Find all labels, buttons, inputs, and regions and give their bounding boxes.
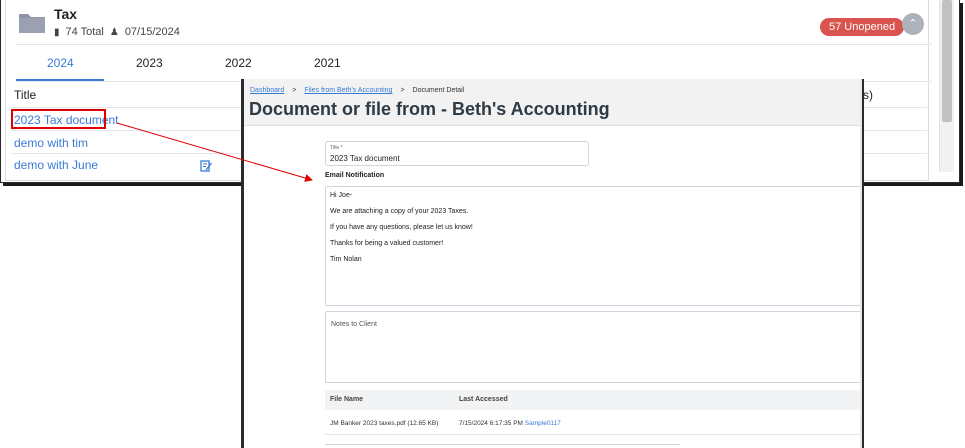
notes-placeholder: Notes to Client (331, 321, 377, 328)
scrollbar-thumb[interactable] (942, 0, 952, 122)
detail-scrollbar[interactable] (860, 79, 862, 448)
file-name-cell[interactable]: JM Banker 2023 taxes.pdf (12.65 KB) (330, 420, 438, 427)
email-line: Hi Joe- (330, 192, 353, 199)
breadcrumb: Dashboard > Files from Beth's Accounting… (250, 87, 464, 94)
document-detail-panel: Dashboard > Files from Beth's Accounting… (241, 79, 864, 448)
folder-icon (19, 14, 45, 33)
page-title: Document or file from - Beth's Accountin… (249, 99, 610, 119)
tab-2022[interactable]: 2022 (225, 56, 252, 70)
email-notification-heading: Email Notification (325, 172, 385, 179)
accessed-by-user[interactable]: Sample0117 (525, 420, 561, 427)
folder-meta: ▮ 74 Total ♟ 07/15/2024 (54, 26, 180, 38)
person-icon: ♟ (109, 26, 119, 38)
file-icon: ▮ (54, 26, 60, 38)
table-row[interactable]: JM Banker 2023 taxes.pdf (12.65 KB) 7/15… (325, 412, 861, 435)
folder-date: 07/15/2024 (124, 26, 180, 38)
signature-icon[interactable] (200, 160, 212, 172)
notes-to-client-textarea[interactable]: Notes to Client (325, 311, 861, 383)
breadcrumb-files[interactable]: Files from Beth's Accounting (304, 87, 392, 94)
tab-2021[interactable]: 2021 (314, 56, 341, 70)
tab-2023[interactable]: 2023 (136, 56, 163, 70)
breadcrumb-dashboard[interactable]: Dashboard (250, 87, 284, 94)
row-link-demo-with-june[interactable]: demo with June (14, 158, 98, 172)
email-line: We are attaching a copy of your 2023 Tax… (330, 208, 469, 215)
files-table-header: File Name Last Accessed (325, 390, 861, 410)
divider (325, 444, 680, 445)
column-header-title[interactable]: Title (14, 88, 36, 102)
last-accessed-cell: 7/15/2024 6:17:35 PM Sample0117 (459, 420, 561, 427)
selection-highlight (11, 109, 106, 129)
tab-2024[interactable]: 2024 (47, 56, 74, 70)
breadcrumb-separator: > (292, 87, 297, 94)
year-tabs: 2024 2023 2022 2021 (16, 44, 932, 82)
folder-total: 74 Total (65, 26, 104, 38)
detail-header: Dashboard > Files from Beth's Accounting… (244, 79, 862, 126)
email-line: Thanks for being a valued customer! (330, 240, 444, 247)
column-header-file-name: File Name (330, 396, 364, 403)
chevron-up-icon: ⌃ (908, 18, 918, 30)
email-notification-textarea[interactable]: Hi Joe- We are attaching a copy of your … (325, 186, 861, 306)
breadcrumb-current: Document Detail (412, 87, 465, 94)
active-tab-indicator (16, 79, 104, 81)
column-header-partial: s) (863, 88, 873, 102)
unopened-badge[interactable]: 57 Unopened (820, 18, 905, 36)
folder-name: Tax (54, 6, 78, 22)
title-field-label: Title * (330, 145, 343, 151)
last-accessed-time: 7/15/2024 6:17:35 PM (459, 420, 523, 427)
row-link-demo-with-tim[interactable]: demo with tim (14, 136, 88, 150)
column-header-last-accessed: Last Accessed (459, 396, 508, 403)
collapse-button[interactable]: ⌃ (902, 13, 924, 35)
title-field-value: 2023 Tax document (330, 154, 400, 163)
breadcrumb-separator: > (400, 87, 405, 94)
title-field[interactable]: Title * 2023 Tax document (325, 141, 589, 166)
email-line: Tim Nolan (330, 256, 362, 263)
email-line: If you have any questions, please let us… (330, 224, 473, 231)
